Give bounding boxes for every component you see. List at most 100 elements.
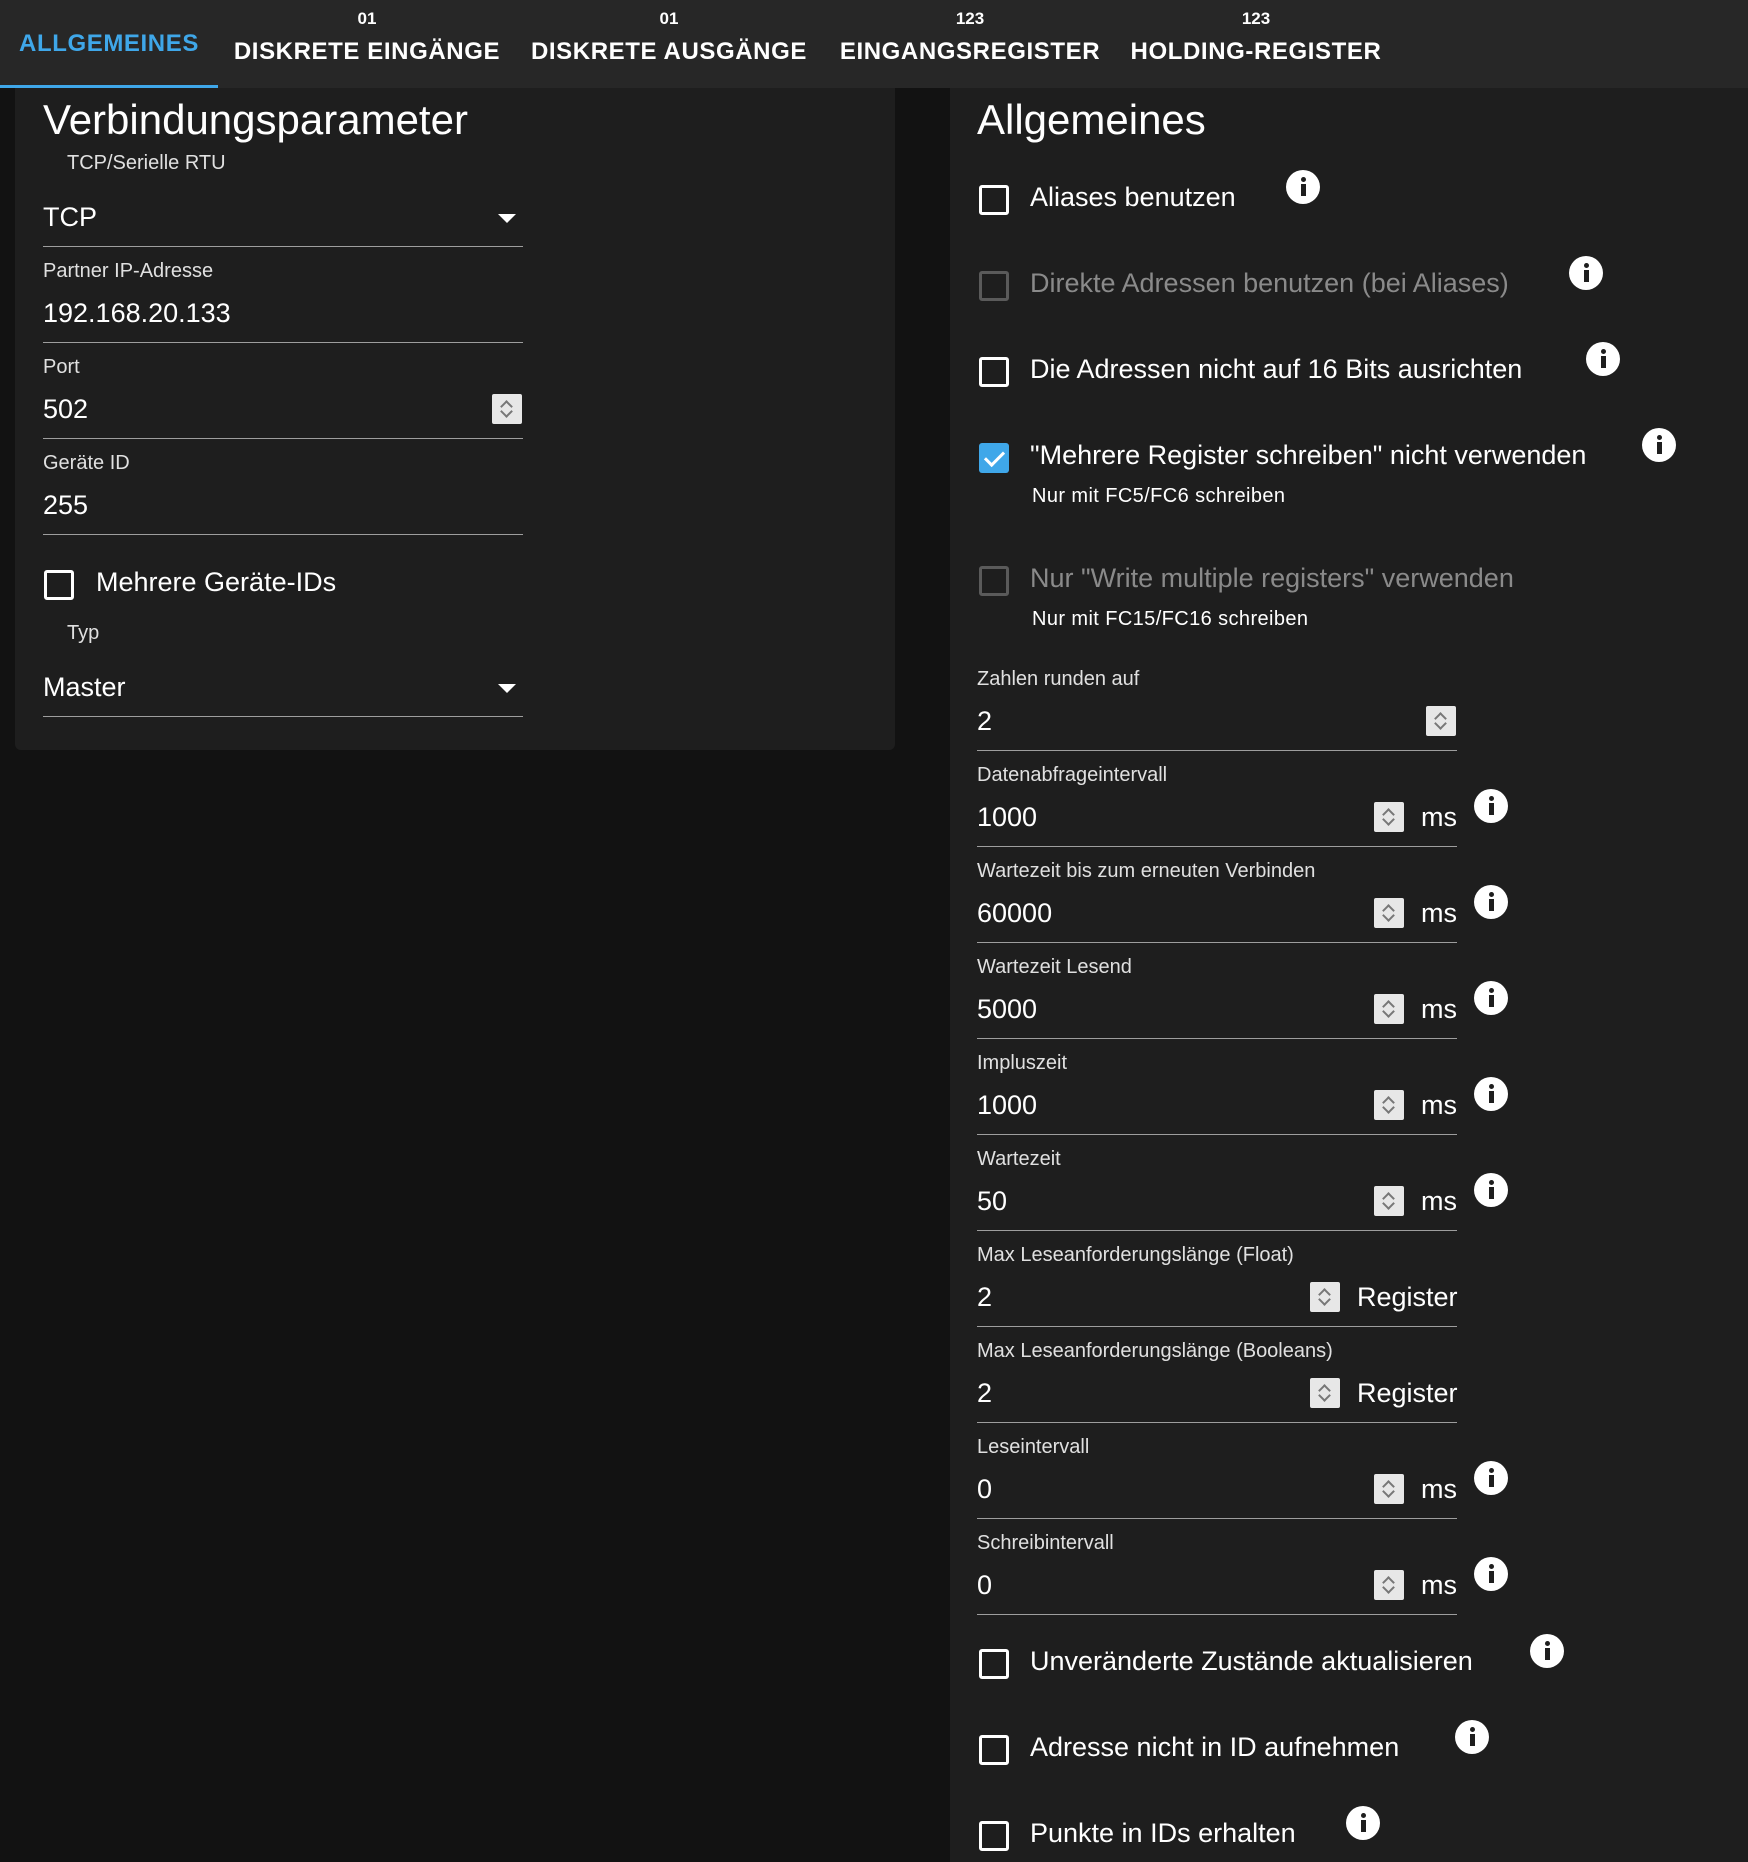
binary-icon: 01 bbox=[357, 9, 377, 28]
read-interval-label: Leseintervall bbox=[977, 1436, 1090, 1458]
connection-card: Verbindungsparameter TCP/Serielle RTU TC… bbox=[15, 88, 895, 750]
stepper-icon[interactable] bbox=[1310, 1378, 1340, 1408]
pulse-label: Impluszeit bbox=[977, 1052, 1068, 1074]
info-icon[interactable] bbox=[1474, 1461, 1508, 1495]
poll-value: 1000 bbox=[977, 802, 1038, 832]
poll-unit: ms bbox=[1421, 802, 1457, 832]
no-align-checkbox[interactable] bbox=[979, 357, 1009, 387]
info-icon[interactable] bbox=[1642, 428, 1676, 462]
aliases-label: Aliases benutzen bbox=[1030, 182, 1236, 212]
port-input[interactable]: 502 bbox=[43, 384, 523, 439]
tab-label: DISKRETE AUSGÄNGE bbox=[530, 38, 807, 65]
no-multi-write-checkbox[interactable] bbox=[979, 443, 1009, 473]
write-interval-label: Schreibintervall bbox=[977, 1532, 1114, 1554]
stepper-icon[interactable] bbox=[1374, 802, 1404, 832]
address-not-in-id-label: Adresse nicht in ID aufnehmen bbox=[1030, 1732, 1400, 1762]
pulse-input[interactable]: 1000 ms bbox=[977, 1080, 1457, 1135]
numeric-icon: 123 bbox=[1241, 9, 1271, 28]
tab-label: ALLGEMEINES bbox=[19, 30, 199, 57]
ip-input[interactable]: 192.168.20.133 bbox=[43, 288, 523, 343]
update-unchanged-checkbox[interactable] bbox=[979, 1649, 1009, 1679]
stepper-icon[interactable] bbox=[1374, 1090, 1404, 1120]
round-input[interactable]: 2 bbox=[977, 696, 1457, 751]
read-timeout-input[interactable]: 5000 ms bbox=[977, 984, 1457, 1039]
info-icon[interactable] bbox=[1530, 1634, 1564, 1668]
ip-label: Partner IP-Adresse bbox=[43, 260, 214, 282]
max-float-value: 2 bbox=[977, 1282, 993, 1312]
tab-diskrete-eingaenge[interactable]: 01 DISKRETE EINGÄNGE bbox=[228, 0, 506, 88]
type-value: Master bbox=[43, 672, 126, 702]
info-icon[interactable] bbox=[1474, 981, 1508, 1015]
only-multi-write-checkbox[interactable] bbox=[979, 566, 1009, 596]
read-interval-value: 0 bbox=[977, 1474, 993, 1504]
wait-input[interactable]: 50 ms bbox=[977, 1176, 1457, 1231]
only-multi-write-hint: Nur mit FC15/FC16 schreiben bbox=[1032, 608, 1309, 630]
ip-value: 192.168.20.133 bbox=[43, 298, 231, 328]
poll-input[interactable]: 1000 ms bbox=[977, 792, 1457, 847]
info-icon[interactable] bbox=[1474, 885, 1508, 919]
no-align-label: Die Adressen nicht auf 16 Bits ausrichte… bbox=[1030, 354, 1523, 384]
type-label: Typ bbox=[67, 622, 100, 644]
port-value: 502 bbox=[43, 394, 89, 424]
mode-label: TCP/Serielle RTU bbox=[67, 152, 226, 174]
reconnect-label: Wartezeit bis zum erneuten Verbinden bbox=[977, 860, 1316, 882]
address-not-in-id-checkbox[interactable] bbox=[979, 1735, 1009, 1765]
tab-label: EINGANGSREGISTER bbox=[839, 38, 1101, 65]
info-icon[interactable] bbox=[1569, 256, 1603, 290]
info-icon[interactable] bbox=[1286, 170, 1320, 204]
info-icon[interactable] bbox=[1455, 1720, 1489, 1754]
poll-label: Datenabfrageintervall bbox=[977, 764, 1168, 786]
write-interval-input[interactable]: 0 ms bbox=[977, 1560, 1457, 1615]
numeric-icon: 123 bbox=[955, 9, 985, 28]
tab-allgemeines[interactable]: ALLGEMEINES bbox=[0, 0, 218, 88]
multi-ids-checkbox[interactable] bbox=[44, 570, 74, 600]
tab-eingangsregister[interactable]: 123 EINGANGSREGISTER bbox=[838, 0, 1102, 88]
stepper-icon[interactable] bbox=[1374, 1570, 1404, 1600]
aliases-checkbox[interactable] bbox=[979, 185, 1009, 215]
tab-holding-register[interactable]: 123 HOLDING-REGISTER bbox=[1128, 0, 1384, 88]
write-interval-value: 0 bbox=[977, 1570, 993, 1600]
direct-addresses-checkbox[interactable] bbox=[979, 271, 1009, 301]
chevron-down-icon bbox=[498, 214, 516, 223]
port-label: Port bbox=[43, 356, 80, 378]
no-multi-write-label: "Mehrere Register schreiben" nicht verwe… bbox=[1030, 440, 1587, 470]
stepper-icon[interactable] bbox=[1374, 994, 1404, 1024]
reconnect-input[interactable]: 60000 ms bbox=[977, 888, 1457, 943]
max-float-label: Max Leseanforderungslänge (Float) bbox=[977, 1244, 1294, 1266]
max-bool-label: Max Leseanforderungslänge (Booleans) bbox=[977, 1340, 1333, 1362]
info-icon[interactable] bbox=[1586, 342, 1620, 376]
stepper-icon[interactable] bbox=[1310, 1282, 1340, 1312]
stepper-icon[interactable] bbox=[1426, 706, 1456, 736]
max-bool-value: 2 bbox=[977, 1378, 993, 1408]
mode-select[interactable]: TCP bbox=[43, 192, 523, 247]
update-unchanged-label: Unveränderte Zustände aktualisieren bbox=[1030, 1646, 1473, 1676]
tab-diskrete-ausgaenge[interactable]: 01 DISKRETE AUSGÄNGE bbox=[530, 0, 808, 88]
type-select[interactable]: Master bbox=[43, 662, 523, 717]
device-id-label: Geräte ID bbox=[43, 452, 130, 474]
tab-label: DISKRETE EINGÄNGE bbox=[233, 38, 501, 65]
general-panel: Allgemeines Aliases benutzen Direkte Adr… bbox=[950, 88, 1748, 1862]
device-id-value: 255 bbox=[43, 490, 89, 520]
tab-bar: ALLGEMEINES 01 DISKRETE EINGÄNGE 01 DISK… bbox=[0, 0, 1748, 88]
read-interval-input[interactable]: 0 ms bbox=[977, 1464, 1457, 1519]
pulse-value: 1000 bbox=[977, 1090, 1038, 1120]
stepper-icon[interactable] bbox=[1374, 1474, 1404, 1504]
keep-dots-checkbox[interactable] bbox=[979, 1821, 1009, 1851]
reconnect-unit: ms bbox=[1421, 898, 1457, 928]
stepper-icon[interactable] bbox=[1374, 1186, 1404, 1216]
info-icon[interactable] bbox=[1346, 1806, 1380, 1840]
max-float-input[interactable]: 2 Register bbox=[977, 1272, 1458, 1327]
info-icon[interactable] bbox=[1474, 1557, 1508, 1591]
stepper-icon[interactable] bbox=[492, 394, 522, 424]
max-bool-input[interactable]: 2 Register bbox=[977, 1368, 1458, 1423]
direct-addresses-label: Direkte Adressen benutzen (bei Aliases) bbox=[1030, 268, 1509, 298]
device-id-input[interactable]: 255 bbox=[43, 480, 523, 535]
wait-unit: ms bbox=[1421, 1186, 1457, 1216]
info-icon[interactable] bbox=[1474, 1077, 1508, 1111]
info-icon[interactable] bbox=[1474, 789, 1508, 823]
info-icon[interactable] bbox=[1474, 1173, 1508, 1207]
stepper-icon[interactable] bbox=[1374, 898, 1404, 928]
general-title: Allgemeines bbox=[977, 96, 1206, 143]
read-timeout-label: Wartezeit Lesend bbox=[977, 956, 1132, 978]
connection-title: Verbindungsparameter bbox=[43, 96, 468, 143]
